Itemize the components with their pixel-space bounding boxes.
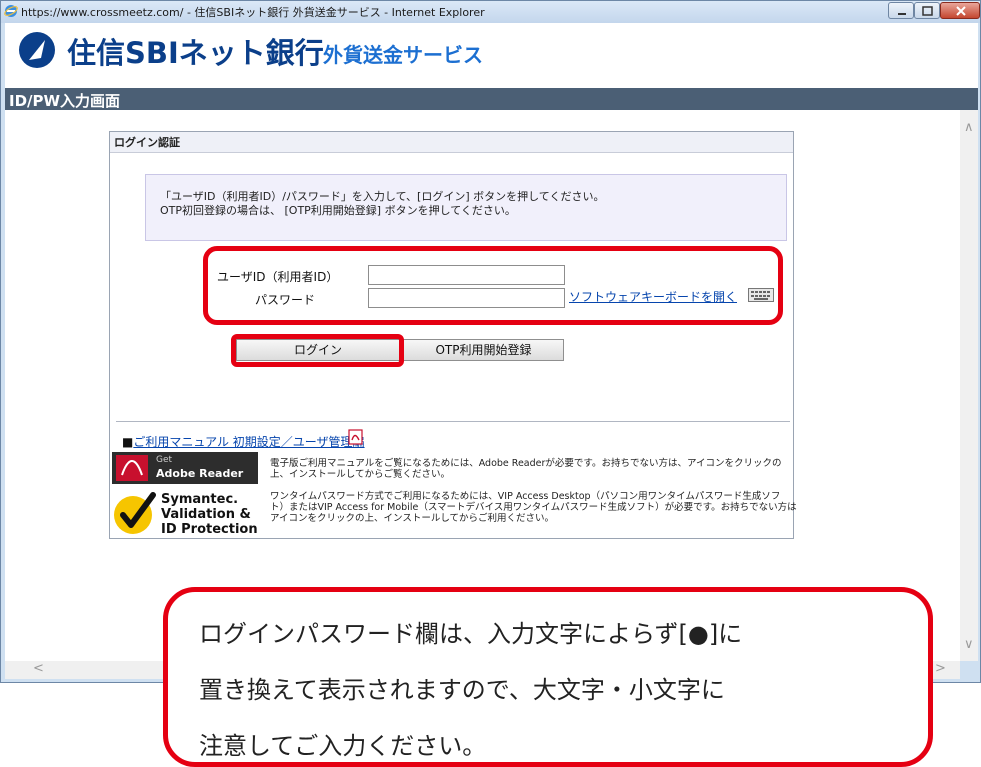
callout-line-1: ログインパスワード欄は、入力文字によらず[●]に — [199, 620, 743, 648]
vip-note-line-2: ト）またはVIP Access for Mobile（スマートデバイス用ワンタイ… — [270, 502, 797, 513]
login-panel-title: ログイン認証 — [114, 136, 180, 149]
vip-note-line-1: ワンタイムパスワード方式でご利用になるためには、VIP Access Deskt… — [270, 491, 781, 502]
login-panel-header: ログイン認証 — [110, 132, 793, 153]
scroll-right-icon[interactable]: > — [935, 661, 946, 676]
close-icon — [956, 6, 966, 16]
vertical-scrollbar[interactable]: ∧ ∨ — [960, 110, 978, 661]
instruction-line-2: OTP初回登録の場合は、 [OTP利用開始登録] ボタンを押してください。 — [160, 204, 516, 217]
scroll-down-icon[interactable]: ∨ — [964, 637, 974, 652]
window-title: https://www.crossmeetz.com/ - 住信SBIネット銀行… — [21, 6, 485, 19]
service-name: 外貨送金サービス — [323, 43, 483, 67]
symantec-line-2: Validation & — [161, 507, 251, 522]
scroll-left-icon[interactable]: < — [33, 661, 44, 676]
otp-registration-button[interactable]: OTP利用開始登録 — [403, 339, 564, 361]
adobe-reader-label: Adobe Reader — [156, 467, 244, 480]
login-button-highlight — [231, 334, 404, 367]
annotation-callout: ログインパスワード欄は、入力文字によらず[●]に 置き換えて表示されますので、大… — [163, 587, 933, 767]
symantec-check-icon — [114, 492, 156, 534]
symantec-vip-badge[interactable]: Symantec. Validation & ID Protection — [113, 487, 263, 539]
pdf-icon[interactable] — [348, 429, 364, 445]
screen-title-bar: ID/PW入力画面 — [5, 88, 978, 110]
symantec-line-1: Symantec. — [161, 492, 239, 507]
bank-name: 住信SBIネット銀行 — [67, 36, 324, 70]
bank-logo-icon — [19, 32, 55, 68]
manual-link[interactable]: ■ご利用マニュアル 初期設定／ユーザ管理編 — [122, 433, 365, 450]
callout-line-3: 注意してご入力ください。 — [199, 732, 487, 760]
adobe-reader-icon — [116, 455, 148, 481]
maximize-icon — [922, 6, 933, 16]
symantec-line-3: ID Protection — [161, 522, 258, 537]
vip-note-line-3: アイコンをクリックの上、インストールしてからご利用ください。 — [270, 513, 555, 524]
section-divider — [116, 421, 790, 422]
ie-browser-icon — [4, 5, 18, 17]
minimize-icon — [898, 13, 906, 15]
adobe-reader-badge[interactable]: Get Adobe Reader — [112, 452, 258, 484]
manual-link-bullet: ■ — [122, 435, 134, 449]
adobe-note-line-2: 上、インストールしてからご覧ください。 — [270, 469, 451, 480]
close-button[interactable] — [940, 2, 980, 19]
adobe-note-line-1: 電子版ご利用マニュアルをご覧になるためには、Adobe Readerが必要です。… — [270, 458, 782, 469]
callout-line-2: 置き換えて表示されますので、大文字・小文字に — [199, 676, 725, 704]
adobe-get-label: Get — [156, 455, 173, 465]
maximize-button[interactable] — [914, 2, 940, 19]
manual-link-text[interactable]: ご利用マニュアル 初期設定／ユーザ管理編 — [133, 435, 364, 449]
title-bar: https://www.crossmeetz.com/ - 住信SBIネット銀行… — [1, 1, 980, 23]
scroll-up-icon[interactable]: ∧ — [964, 120, 974, 135]
screen-title: ID/PW入力画面 — [9, 92, 121, 110]
minimize-button[interactable] — [888, 2, 914, 19]
credentials-highlight — [203, 246, 783, 325]
